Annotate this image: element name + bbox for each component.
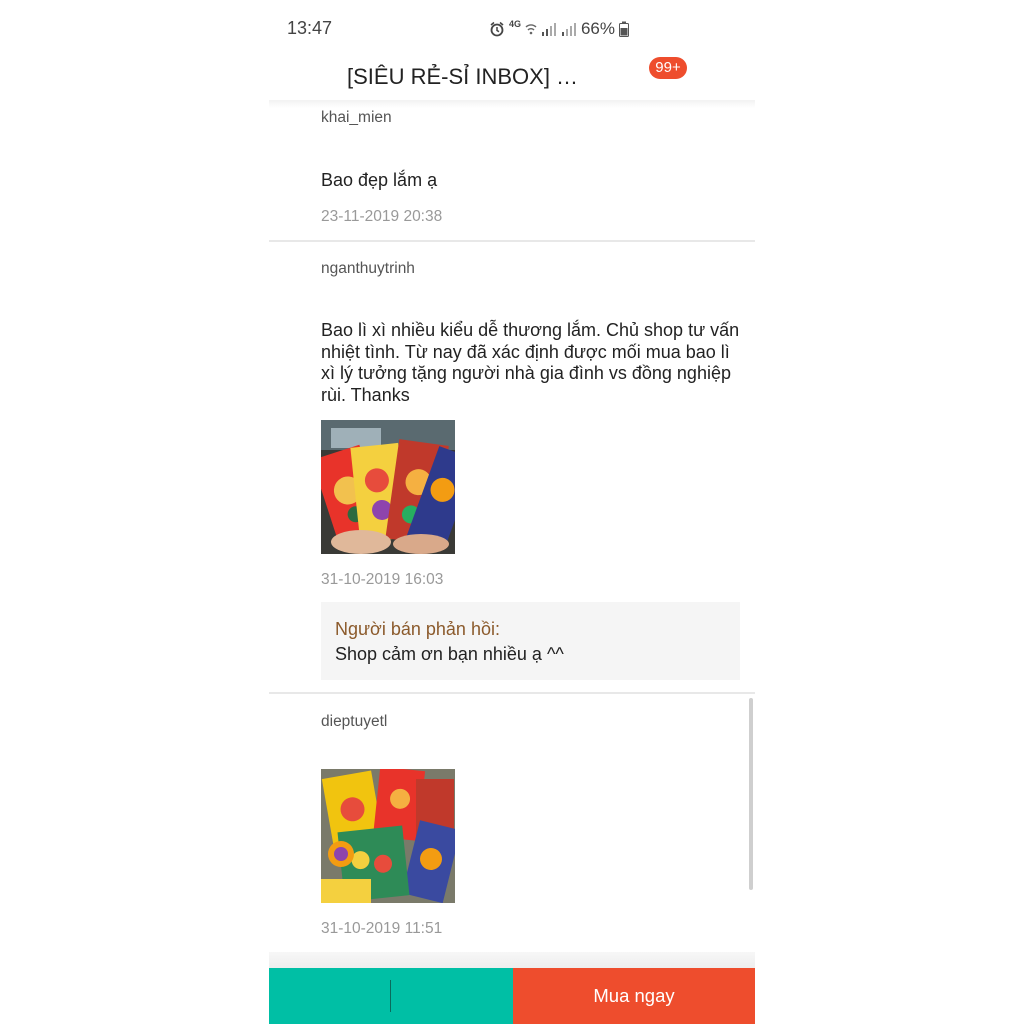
- header-shadow: [269, 100, 755, 108]
- status-bar: 13:47 4G 66%: [269, 0, 755, 56]
- divider: [269, 240, 755, 242]
- review-photo-image: [321, 769, 455, 903]
- battery-icon: [619, 21, 629, 37]
- notification-badge[interactable]: 99+: [649, 57, 687, 79]
- seller-reply-text: Shop cảm ơn bạn nhiều ạ ^^: [335, 644, 564, 664]
- scrollbar[interactable]: [749, 698, 753, 890]
- seller-reply-label: Người bán phản hồi:: [335, 619, 500, 639]
- status-time: 13:47: [287, 18, 333, 38]
- review-screen: 13:47 4G 66% [SIÊU RẺ-SỈ INBOX] 0... 99+…: [269, 0, 755, 1024]
- review-photo[interactable]: [321, 420, 455, 554]
- review-username[interactable]: khai_mien: [321, 109, 392, 127]
- chat-header: [SIÊU RẺ-SỈ INBOX] 0... 99+: [269, 56, 755, 102]
- chat-button[interactable]: [269, 968, 513, 1024]
- wifi-icon: [525, 24, 537, 35]
- chat-divider: [390, 980, 391, 1012]
- status-icons: 4G 66%: [489, 18, 629, 40]
- review-date: 23-11-2019 20:38: [321, 208, 443, 225]
- review-comment: Bao lì xì nhiều kiểu dễ thương lắm. Chủ …: [321, 320, 740, 405]
- network-label: 4G: [508, 19, 521, 29]
- signal-icon: [561, 23, 576, 36]
- review-photo[interactable]: [321, 769, 455, 903]
- seller-reply: Người bán phản hồi: Shop cảm ơn bạn nhiề…: [321, 602, 740, 680]
- battery-percent: 66%: [580, 19, 615, 38]
- review-date: 31-10-2019 11:51: [321, 920, 443, 937]
- review-username[interactable]: nganthuytrinh: [321, 260, 415, 278]
- signal-icon: [541, 23, 556, 36]
- review-username[interactable]: dieptuyetl: [321, 713, 387, 731]
- page-title[interactable]: [SIÊU RẺ-SỈ INBOX] 0...: [347, 64, 585, 90]
- divider: [269, 692, 755, 694]
- review-comment: Bao đẹp lắm ạ: [321, 170, 438, 190]
- alarm-icon: [490, 21, 504, 37]
- buy-now-button[interactable]: Mua ngay: [513, 968, 755, 1024]
- list-end-shadow: [269, 952, 755, 968]
- bottom-action-bar: Mua ngay: [269, 968, 755, 1024]
- review-date: 31-10-2019 16:03: [321, 571, 444, 588]
- review-photo-image: [321, 420, 455, 554]
